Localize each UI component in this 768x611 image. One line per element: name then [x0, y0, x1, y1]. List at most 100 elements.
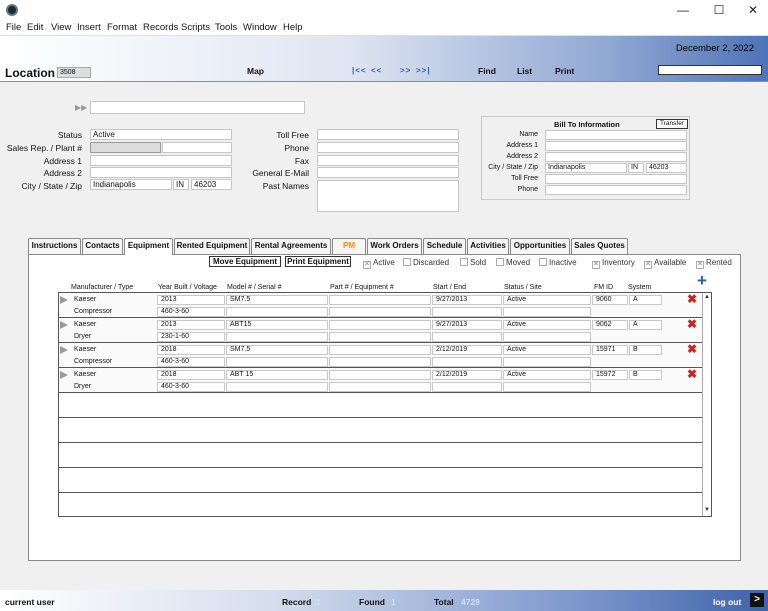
filter-available-checkbox[interactable]: ✕	[644, 261, 652, 269]
serial-cell[interactable]	[226, 332, 328, 342]
table-row[interactable]: Kaeser Dryer 2013 230-1-60 ABT15 9/27/20…	[59, 318, 702, 343]
tab-rented-equipment[interactable]: Rented Equipment	[174, 238, 250, 254]
model-cell[interactable]: SM7.5	[226, 345, 328, 355]
expand-arrow-icon[interactable]: ▶▶	[75, 103, 87, 112]
year-cell[interactable]: 2013	[157, 320, 225, 330]
status-cell[interactable]: Active	[503, 295, 591, 305]
system-cell[interactable]: A	[629, 295, 662, 305]
part-cell[interactable]	[329, 345, 431, 355]
filter-inactive-checkbox[interactable]	[539, 258, 547, 266]
location-name-field[interactable]	[90, 101, 305, 114]
col-part[interactable]: Part # / Equipment #	[330, 284, 394, 291]
bill-name-field[interactable]	[545, 130, 687, 140]
status-field[interactable]: Active	[90, 129, 232, 140]
voltage-cell[interactable]: 460-3-60	[157, 382, 225, 392]
address1-field[interactable]	[90, 155, 232, 166]
logout-arrow-icon[interactable]: >	[750, 593, 764, 607]
col-fmid[interactable]: FM ID	[594, 284, 613, 291]
menu-help[interactable]: Help	[283, 22, 303, 33]
bill-state-field[interactable]: IN	[628, 163, 644, 173]
end-cell[interactable]	[432, 307, 502, 317]
site-cell[interactable]	[503, 357, 591, 367]
bill-address1-field[interactable]	[545, 141, 687, 151]
filter-available[interactable]: ✕ Available	[644, 258, 686, 269]
filter-sold-checkbox[interactable]	[460, 258, 468, 266]
minimize-button[interactable]: —	[666, 0, 700, 20]
menu-records[interactable]: Records	[143, 22, 178, 33]
delete-icon[interactable]: ✖	[687, 343, 697, 355]
tab-schedule[interactable]: Schedule	[423, 238, 466, 254]
scroll-down-icon[interactable]: ▼	[704, 507, 710, 513]
equipment-number-cell[interactable]	[329, 332, 431, 342]
empty-row[interactable]	[59, 468, 702, 493]
bill-zip-field[interactable]: 46203	[646, 163, 687, 173]
logout-label[interactable]: log out	[713, 597, 741, 607]
last-record-button[interactable]: >>|	[416, 66, 431, 75]
type-cell[interactable]: Dryer	[70, 382, 156, 392]
site-cell[interactable]	[503, 332, 591, 342]
empty-row[interactable]	[59, 418, 702, 443]
tab-equipment[interactable]: Equipment	[124, 238, 173, 255]
delete-icon[interactable]: ✖	[687, 293, 697, 305]
filter-inventory[interactable]: ✕ Inventory	[592, 258, 635, 269]
row-arrow-icon[interactable]	[60, 296, 68, 304]
status-cell[interactable]: Active	[503, 370, 591, 380]
menu-tools[interactable]: Tools	[215, 22, 237, 33]
add-equipment-icon[interactable]: +	[697, 272, 707, 289]
delete-icon[interactable]: ✖	[687, 318, 697, 330]
find-button[interactable]: Find	[478, 66, 496, 76]
bill-city-field[interactable]: Indianapolis	[545, 163, 627, 173]
menu-file[interactable]: File	[6, 22, 21, 33]
status-cell[interactable]: Active	[503, 345, 591, 355]
site-cell[interactable]	[503, 382, 591, 392]
bill-tollfree-field[interactable]	[545, 174, 687, 184]
row-arrow-icon[interactable]	[60, 371, 68, 379]
equipment-number-cell[interactable]	[329, 307, 431, 317]
map-button[interactable]: Map	[247, 66, 264, 76]
close-button[interactable]: ✕	[736, 0, 768, 20]
filter-discarded[interactable]: Discarded	[403, 258, 449, 267]
menu-edit[interactable]: Edit	[27, 22, 43, 33]
phone-field[interactable]	[317, 142, 459, 153]
list-button[interactable]: List	[517, 66, 532, 76]
empty-row[interactable]	[59, 443, 702, 468]
menu-insert[interactable]: Insert	[77, 22, 101, 33]
table-row[interactable]: Kaeser Compressor 2018 460-3-60 SM7.5 2/…	[59, 343, 702, 368]
col-start[interactable]: Start / End	[433, 284, 466, 291]
menu-view[interactable]: View	[51, 22, 71, 33]
filter-rented[interactable]: ✕ Rented	[696, 258, 732, 269]
start-cell[interactable]: 2/12/2019	[432, 345, 502, 355]
move-equipment-button[interactable]: Move Equipment	[209, 256, 281, 267]
type-cell[interactable]: Compressor	[70, 357, 156, 367]
part-cell[interactable]	[329, 320, 431, 330]
email-field[interactable]	[317, 167, 459, 178]
sales-rep-field[interactable]	[90, 142, 161, 153]
tab-rental-agreements[interactable]: Rental Agreements	[251, 238, 331, 254]
tab-sales-quotes[interactable]: Sales Quotes	[571, 238, 628, 254]
filter-active[interactable]: ✕ Active	[363, 258, 395, 269]
voltage-cell[interactable]: 460-3-60	[157, 307, 225, 317]
menu-window[interactable]: Window	[243, 22, 277, 33]
end-cell[interactable]	[432, 332, 502, 342]
maximize-button[interactable]: ☐	[702, 0, 736, 20]
serial-cell[interactable]	[226, 307, 328, 317]
end-cell[interactable]	[432, 357, 502, 367]
col-model[interactable]: Model # / Serial #	[227, 284, 281, 291]
menu-format[interactable]: Format	[107, 22, 137, 33]
table-row[interactable]: Kaeser Compressor 2013 460-3-60 SM7.5 9/…	[59, 293, 702, 318]
state-field[interactable]: IN	[173, 179, 189, 190]
tab-opportunities[interactable]: Opportunities	[510, 238, 570, 254]
manufacturer-cell[interactable]: Kaeser	[70, 320, 156, 330]
print-button[interactable]: Print	[555, 66, 574, 76]
manufacturer-cell[interactable]: Kaeser	[70, 345, 156, 355]
equipment-number-cell[interactable]	[329, 382, 431, 392]
manufacturer-cell[interactable]: Kaeser	[70, 370, 156, 380]
filter-moved-checkbox[interactable]	[496, 258, 504, 266]
year-cell[interactable]: 2013	[157, 295, 225, 305]
bill-phone-field[interactable]	[545, 185, 687, 195]
delete-icon[interactable]: ✖	[687, 368, 697, 380]
tab-pm[interactable]: PM	[332, 238, 366, 254]
voltage-cell[interactable]: 230-1-60	[157, 332, 225, 342]
part-cell[interactable]	[329, 370, 431, 380]
fmid-cell[interactable]: 9062	[592, 320, 628, 330]
